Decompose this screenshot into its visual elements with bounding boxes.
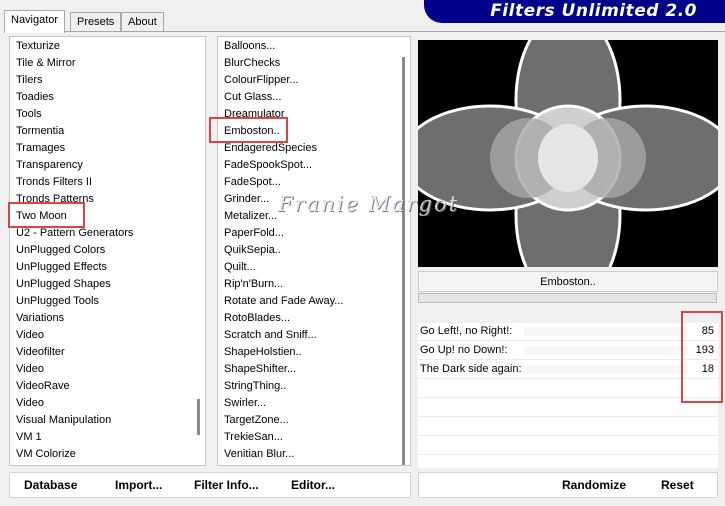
category-item[interactable]: UnPlugged Tools	[16, 293, 99, 310]
filter-item[interactable]: Quilt...	[224, 259, 256, 276]
param-slider[interactable]	[524, 346, 688, 355]
filter-item[interactable]: ShapeHolstien..	[224, 344, 302, 361]
watermark-text: Franie Margot	[278, 192, 460, 216]
filter-item[interactable]: BlurChecks	[224, 55, 280, 72]
category-item[interactable]: Tilers	[16, 72, 42, 89]
category-item[interactable]: Tile & Mirror	[16, 55, 75, 72]
filter-item[interactable]: Venitian Blur...	[224, 446, 294, 463]
category-item[interactable]: VM 1	[16, 429, 42, 446]
parameter-panel: Go Left!, no Right!: 85 Go Up! no Down!:…	[418, 323, 718, 468]
category-item[interactable]: Texturize	[16, 38, 60, 55]
filter-item[interactable]: RotoBlades...	[224, 310, 290, 327]
filter-item[interactable]: TrekieSan...	[224, 429, 283, 446]
param-row[interactable]: Go Up! no Down!: 193	[418, 342, 718, 360]
category-list[interactable]: Texturize Tile & Mirror Tilers Toadies Tools…	[9, 36, 206, 466]
tab-navigator[interactable]: Navigator	[4, 10, 66, 33]
category-item[interactable]: Video	[16, 395, 44, 412]
filter-item[interactable]: Scratch and Sniff...	[224, 327, 317, 344]
filter-item[interactable]: ColourFlipper...	[224, 72, 299, 89]
randomize-button[interactable]: Randomize	[562, 478, 626, 492]
preview-image	[400, 10, 725, 305]
filter-info-button[interactable]: Filter Info...	[194, 478, 259, 492]
category-scroll-thumb[interactable]	[197, 399, 200, 435]
filter-item[interactable]: Metalizer...	[224, 208, 277, 225]
param-row-empty	[418, 437, 718, 455]
param-row-empty	[418, 399, 718, 417]
category-highlight-box	[8, 202, 85, 228]
param-label: Go Left!, no Right!:	[420, 325, 513, 337]
category-item[interactable]: Tools	[16, 106, 42, 123]
param-row[interactable]: The Dark side again: 18	[418, 361, 718, 379]
param-row-empty	[418, 418, 718, 436]
filter-item[interactable]: Balloons...	[224, 38, 275, 55]
category-item[interactable]: Videofilter	[16, 344, 65, 361]
app-title: Filters Unlimited 2.0	[490, 1, 697, 21]
category-item[interactable]: Video	[16, 361, 44, 378]
param-label: Go Up! no Down!:	[420, 344, 508, 356]
filter-item[interactable]: StringThing..	[224, 378, 286, 395]
category-item[interactable]: UnPlugged Shapes	[16, 276, 111, 293]
title-banner: Filters Unlimited 2.0	[424, 0, 725, 23]
filter-item[interactable]: Rotate and Fade Away...	[224, 293, 343, 310]
filter-item[interactable]: FadeSpookSpot...	[224, 157, 312, 174]
tab-divider	[4, 31, 725, 32]
filter-item[interactable]: Rip'n'Burn...	[224, 276, 283, 293]
filter-item[interactable]: Grinder...	[224, 191, 269, 208]
category-item[interactable]: Tormentia	[16, 123, 64, 140]
category-item[interactable]: Visual Manipulation	[16, 412, 111, 429]
filter-item[interactable]: PaperFold...	[224, 225, 284, 242]
filter-highlight-box	[209, 117, 288, 143]
progress-bar	[418, 293, 717, 303]
param-row[interactable]: Go Left!, no Right!: 85	[418, 323, 718, 341]
editor-button[interactable]: Editor...	[291, 478, 335, 492]
category-item[interactable]: UnPlugged Effects	[16, 259, 107, 276]
import-button[interactable]: Import...	[115, 478, 162, 492]
param-row-empty	[418, 380, 718, 398]
filter-list[interactable]: Balloons... BlurChecks ColourFlipper... Cut…	[217, 36, 411, 466]
filter-item[interactable]: Swirler...	[224, 395, 266, 412]
category-item[interactable]: Tramages	[16, 140, 65, 157]
category-item[interactable]: Toadies	[16, 89, 54, 106]
filter-item[interactable]: TargetZone...	[224, 412, 289, 429]
two-moon-pattern	[400, 10, 725, 305]
param-label: The Dark side again:	[420, 363, 522, 375]
database-button[interactable]: Database	[24, 478, 77, 492]
left-button-bar: Database Import... Filter Info... Editor…	[9, 472, 411, 498]
category-item[interactable]: Video	[16, 327, 44, 344]
selected-filter-name: Emboston..	[418, 271, 718, 292]
param-slider[interactable]	[524, 327, 688, 336]
right-button-bar: Randomize Reset	[418, 472, 718, 498]
tab-about[interactable]: About	[121, 12, 164, 32]
category-item[interactable]: Tronds Filters II	[16, 174, 92, 191]
filter-item[interactable]: Cut Glass...	[224, 89, 281, 106]
category-item[interactable]: Variations	[16, 310, 64, 327]
filter-item[interactable]: Vortex Stuff..	[224, 463, 287, 465]
category-item[interactable]: VM Colorize	[16, 446, 76, 463]
param-slider[interactable]	[524, 365, 688, 374]
filter-scroll-thumb[interactable]	[402, 57, 405, 465]
category-item[interactable]: VideoRave	[16, 378, 70, 395]
filter-item[interactable]: QuikSepia..	[224, 242, 281, 259]
category-item[interactable]: VM Distortion	[16, 463, 82, 465]
reset-button[interactable]: Reset	[661, 478, 694, 492]
filter-item[interactable]: FadeSpot...	[224, 174, 281, 191]
tab-presets[interactable]: Presets	[70, 12, 122, 32]
filter-item[interactable]: ShapeShifter...	[224, 361, 296, 378]
category-item[interactable]: Transparency	[16, 157, 83, 174]
param-values-highlight-box	[681, 311, 723, 403]
category-item[interactable]: UnPlugged Colors	[16, 242, 105, 259]
